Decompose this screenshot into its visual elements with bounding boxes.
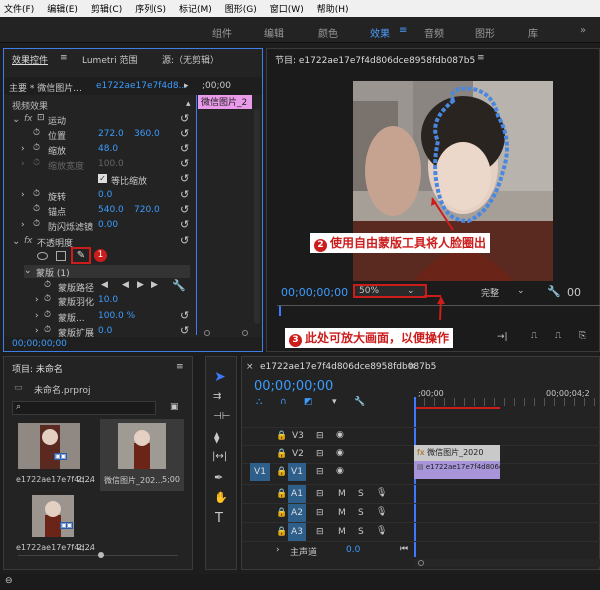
pen-tool-icon[interactable]: ✒ (214, 471, 223, 484)
folder-icon: ▭ (14, 383, 23, 393)
solo-button[interactable]: S (358, 489, 364, 499)
project-search-input[interactable] (12, 401, 156, 415)
project-item-duration: 5;00 (162, 475, 180, 484)
lock-icon[interactable]: 🔒 (276, 489, 287, 499)
mute-button[interactable]: M (338, 489, 346, 499)
solo-button[interactable]: S (358, 527, 364, 537)
chevron-right-icon[interactable]: › (276, 545, 280, 555)
sync-lock-icon[interactable]: ⊟ (316, 431, 324, 441)
mute-button[interactable]: M (338, 527, 346, 537)
track-label-a2[interactable]: A2 (288, 504, 306, 522)
lock-icon[interactable]: 🔒 (276, 449, 287, 459)
timeline-timecode[interactable]: 00;00;00;00 (254, 379, 333, 394)
sync-lock-icon[interactable]: ⊟ (316, 508, 324, 518)
work-area-bar[interactable] (414, 407, 500, 409)
project-filename: 未命名.prproj (34, 386, 91, 396)
status-icon: ⊖ (5, 576, 13, 586)
ruler-end: 00;00;04;2 (546, 389, 590, 398)
sequence-badge-icon: ▣▣ (60, 522, 74, 529)
add-marker-icon[interactable]: ◩ (304, 397, 313, 407)
project-title: 项目: 未命名 (12, 365, 63, 375)
sync-lock-icon[interactable]: ⊟ (316, 527, 324, 537)
panel-menu-icon[interactable]: ≡ (176, 362, 184, 372)
ripple-edit-tool-icon[interactable]: ⊣⊢ (213, 411, 230, 422)
track-label-a3[interactable]: A3 (288, 523, 306, 541)
wrench-icon[interactable]: 🔧 (354, 397, 365, 407)
track-label-v1[interactable]: V1 (288, 463, 306, 481)
go-to-end-icon[interactable]: ⏮ (400, 544, 408, 554)
razor-tool-icon[interactable]: ⧫ (214, 431, 219, 444)
scroll-handle[interactable] (418, 560, 424, 566)
tools-panel: ➤ ⇉ ⊣⊢ ⧫ |↔| ✒ ✋ T (205, 356, 237, 570)
lock-icon[interactable]: 🔒 (276, 508, 287, 518)
solo-button[interactable]: S (358, 508, 364, 518)
project-item-name[interactable]: 微信图片_202... (104, 475, 163, 486)
track-divider (242, 427, 600, 428)
project-item-duration: 2;24 (77, 475, 95, 484)
timeline-panel: × e1722ae17e7f4d806dce8958fdb087b5 ≡ 00;… (241, 356, 600, 570)
selection-tool-icon[interactable]: ➤ (214, 369, 226, 385)
microphone-icon[interactable]: 🎙 (376, 507, 387, 517)
project-item-thumbnail[interactable] (32, 495, 74, 537)
master-track-label: 主声道 (290, 548, 318, 558)
zoom-slider-handle[interactable] (98, 552, 104, 558)
marker-icon[interactable]: ▾ (332, 397, 337, 407)
search-icon: ⌕ (16, 402, 22, 412)
snap-icon[interactable]: ⛬ (256, 397, 262, 407)
sync-lock-icon[interactable]: ⊟ (316, 467, 324, 477)
track-select-tool-icon[interactable]: ⇉ (213, 391, 221, 402)
sequence-badge-icon: ▣▣ (54, 453, 68, 460)
project-item-duration: 2;24 (77, 543, 95, 552)
track-label-a1[interactable]: A1 (288, 485, 306, 503)
fx-badge-icon: fx (417, 448, 428, 457)
microphone-icon[interactable]: 🎙 (376, 526, 387, 536)
panel-menu-icon[interactable]: ≡ (408, 362, 416, 372)
track-label-v3[interactable]: V3 (292, 431, 304, 441)
horizontal-scrollbar[interactable] (414, 559, 600, 567)
master-volume-value[interactable]: 0.0 (346, 545, 360, 555)
type-tool-icon[interactable]: T (215, 511, 223, 526)
eye-icon[interactable]: ◉ (336, 466, 344, 476)
status-bar: ⊖ (0, 574, 600, 590)
project-item-thumbnail[interactable] (118, 423, 166, 469)
track-label-v2[interactable]: V2 (292, 449, 304, 459)
timeline-clip-v2[interactable]: fx 微信图片_2020 (414, 445, 500, 461)
linked-selection-icon[interactable]: ∩ (280, 397, 287, 407)
eye-icon[interactable]: ◉ (336, 448, 344, 458)
lock-icon[interactable]: 🔒 (276, 431, 287, 441)
project-item-thumbnail[interactable] (18, 423, 80, 469)
track-divider (242, 541, 600, 542)
slip-tool-icon[interactable]: |↔| (212, 451, 227, 462)
lock-icon[interactable]: 🔒 (276, 527, 287, 537)
time-ruler[interactable] (414, 398, 600, 406)
ruler-start: ;00;00 (418, 389, 444, 398)
hand-tool-icon[interactable]: ✋ (214, 491, 228, 504)
fx-badge-icon: ▤ (417, 463, 426, 471)
close-icon[interactable]: × (246, 362, 254, 372)
microphone-icon[interactable]: 🎙 (376, 488, 387, 498)
project-panel: 项目: 未命名 ≡ ▭ 未命名.prproj ⌕ ▣ ▣▣ e1722ae17e… (3, 356, 193, 570)
mute-button[interactable]: M (338, 508, 346, 518)
sync-lock-icon[interactable]: ⊟ (316, 489, 324, 499)
eye-icon[interactable]: ◉ (336, 430, 344, 440)
sync-lock-icon[interactable]: ⊟ (316, 449, 324, 459)
source-patch-v1[interactable]: V1 (250, 463, 270, 481)
timeline-clip-v1[interactable]: ▤ e1722ae17e7f4d806d (414, 461, 500, 479)
lock-icon[interactable]: 🔒 (276, 467, 287, 477)
new-bin-icon[interactable]: ▣ (170, 402, 179, 412)
